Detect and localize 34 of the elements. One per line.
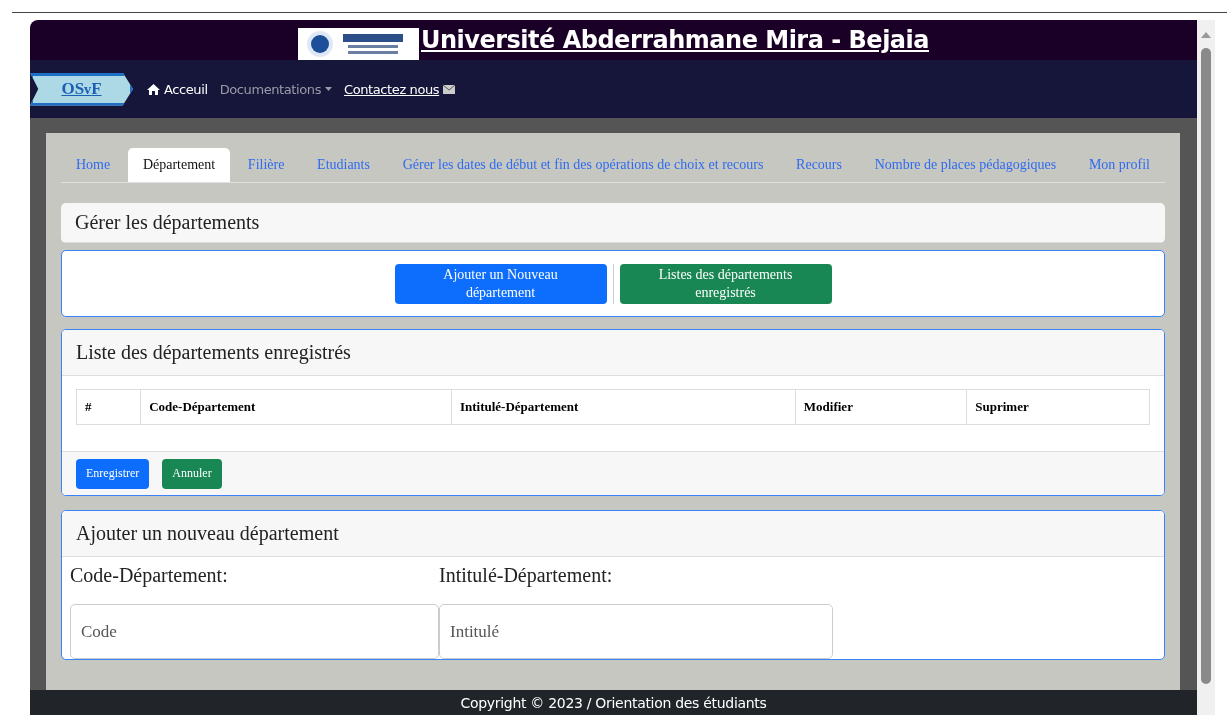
nav-link[interactable]: Acceuil: [147, 81, 208, 97]
tab[interactable]: Etudiants: [302, 148, 385, 182]
tab[interactable]: Filière: [232, 148, 300, 182]
card-title: Liste des départements enregistrés: [62, 330, 1164, 376]
column-header: Code-Département: [140, 389, 452, 425]
tab[interactable]: Home: [61, 148, 126, 182]
field-label: Intitulé-Département:: [439, 564, 614, 589]
nav-link[interactable]: Contactez nous: [344, 81, 456, 97]
tab[interactable]: Nombre de places pédagogiques: [859, 148, 1072, 182]
envelope-icon: [443, 84, 456, 94]
column-header: Suprimer: [966, 389, 1150, 425]
scroll-up-icon[interactable]: [1201, 32, 1211, 38]
home-icon: [147, 83, 160, 95]
form-button[interactable]: Annuler: [162, 458, 222, 489]
caret-icon: [325, 87, 332, 91]
column-header: Intitulé-Département: [451, 389, 796, 425]
action-button[interactable]: Listes des départements enregistrés: [619, 264, 832, 304]
tab[interactable]: Mon profil: [1073, 148, 1165, 182]
field-label: Code-Département:: [70, 564, 229, 589]
column-header: Modifier: [795, 389, 967, 425]
tab[interactable]: Département: [127, 148, 231, 182]
action-button[interactable]: Ajouter un Nouveau département: [394, 264, 607, 304]
logo-icon: [298, 28, 419, 60]
nav-link[interactable]: Documentations: [219, 81, 332, 97]
card-title: Gérer les départements: [61, 203, 1165, 243]
card-title: Ajouter un nouveau département: [62, 511, 1164, 557]
copyright-text: Copyright © 2023 / Orientation des étudiants: [460, 694, 767, 711]
input-field[interactable]: Intitulé: [439, 604, 833, 659]
scrollbar[interactable]: [1197, 20, 1215, 715]
tab[interactable]: Recours: [781, 148, 857, 182]
input-field[interactable]: Code: [70, 604, 439, 659]
column-header: #: [76, 389, 141, 425]
form-button[interactable]: Enregistrer: [76, 458, 150, 489]
tab[interactable]: Gérer les dates de début et fin des opérations de choix et recours: [387, 148, 779, 182]
